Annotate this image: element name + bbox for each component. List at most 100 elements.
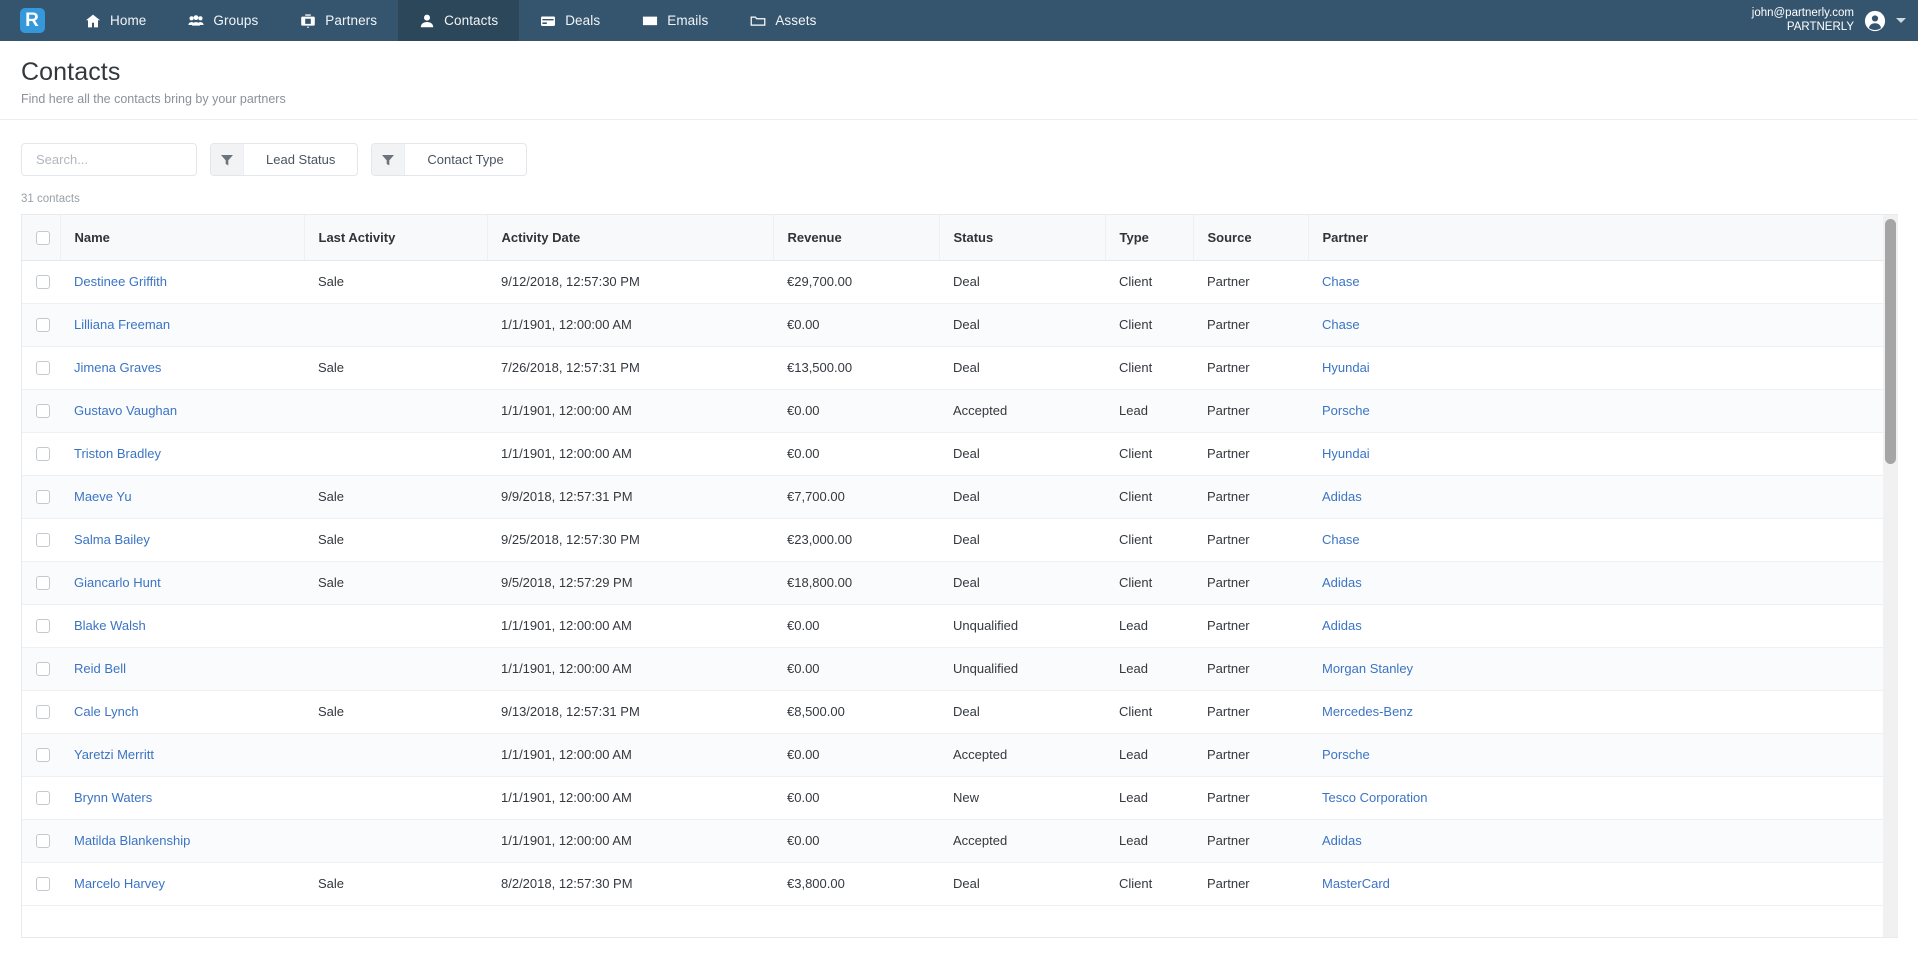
column-header-partner[interactable]: Partner (1308, 215, 1884, 261)
cell-name[interactable]: Jimena Graves (60, 346, 304, 390)
column-header-name[interactable]: Name (60, 215, 305, 261)
cell-name[interactable]: Salma Bailey (60, 518, 304, 562)
cell-name[interactable]: Marcelo Harvey (60, 862, 304, 906)
cell-partner[interactable]: Adidas (1308, 819, 1884, 863)
row-checkbox[interactable] (36, 748, 50, 763)
table-row[interactable]: Cale Lynch Sale 9/13/2018, 12:57:31 PM €8,5… (22, 690, 1884, 734)
cell-partner[interactable]: Hyundai (1308, 346, 1884, 390)
search-input[interactable] (34, 151, 214, 168)
table-row[interactable]: Blake Walsh 1/1/1901, 12:00:00 AM €0.00 Unq… (22, 604, 1884, 648)
row-checkbox[interactable] (36, 447, 50, 462)
vertical-scrollbar-thumb[interactable] (1885, 219, 1896, 464)
nav-item-emails[interactable]: Emails (621, 0, 729, 41)
column-header-revenue[interactable]: Revenue (773, 215, 940, 261)
cell-partner[interactable]: Morgan Stanley (1308, 647, 1884, 691)
table-row[interactable]: Destinee Griffith Sale 9/12/2018, 12:57:30… (22, 260, 1884, 304)
nav-item-assets[interactable]: Assets (729, 0, 837, 41)
row-select-cell[interactable] (22, 346, 60, 390)
cell-name-link[interactable]: Matilda Blankenship (74, 833, 190, 848)
table-row[interactable]: Jimena Graves Sale 7/26/2018, 12:57:31 PM €… (22, 346, 1884, 390)
row-checkbox[interactable] (36, 490, 50, 505)
cell-partner-link[interactable]: Hyundai (1322, 360, 1370, 375)
table-row[interactable]: Matilda Blankenship 1/1/1901, 12:00:00 AM… (22, 819, 1884, 863)
cell-name-link[interactable]: Jimena Graves (74, 360, 161, 375)
cell-partner[interactable]: Chase (1308, 518, 1884, 562)
table-row[interactable]: Salma Bailey Sale 9/25/2018, 12:57:30 PM €2… (22, 518, 1884, 562)
column-header-activity[interactable]: Last Activity (304, 215, 488, 261)
row-select-cell[interactable] (22, 776, 60, 820)
cell-partner-link[interactable]: Tesco Corporation (1322, 790, 1428, 805)
row-checkbox[interactable] (36, 318, 50, 333)
row-select-cell[interactable] (22, 432, 60, 476)
row-checkbox[interactable] (36, 404, 50, 419)
row-checkbox[interactable] (36, 361, 50, 376)
cell-name-link[interactable]: Gustavo Vaughan (74, 403, 177, 418)
cell-partner-link[interactable]: Chase (1322, 532, 1360, 547)
app-logo[interactable]: R (0, 0, 64, 41)
cell-name[interactable]: Blake Walsh (60, 604, 304, 648)
row-checkbox[interactable] (36, 619, 50, 634)
row-select-cell[interactable] (22, 819, 60, 863)
table-row[interactable]: Giancarlo Hunt Sale 9/5/2018, 12:57:29 PM €… (22, 561, 1884, 605)
cell-name[interactable]: Maeve Yu (60, 475, 304, 519)
nav-item-partners[interactable]: Partners (279, 0, 398, 41)
chevron-down-icon[interactable] (1896, 18, 1906, 23)
row-select-cell[interactable] (22, 475, 60, 519)
cell-name[interactable]: Brynn Waters (60, 776, 304, 820)
filter-contact-type[interactable]: Contact Type (371, 143, 527, 176)
cell-name[interactable]: Triston Bradley (60, 432, 304, 476)
cell-partner-link[interactable]: Chase (1322, 274, 1360, 289)
cell-partner[interactable]: Chase (1308, 303, 1884, 347)
row-select-cell[interactable] (22, 733, 60, 777)
table-row[interactable]: Maeve Yu Sale 9/9/2018, 12:57:31 PM €7,700.… (22, 475, 1884, 519)
cell-partner-link[interactable]: Adidas (1322, 833, 1362, 848)
row-checkbox[interactable] (36, 576, 50, 591)
nav-item-contacts[interactable]: Contacts (398, 0, 520, 41)
cell-name[interactable]: Yaretzi Merritt (60, 733, 304, 777)
cell-partner[interactable]: Adidas (1308, 561, 1884, 605)
row-checkbox[interactable] (36, 834, 50, 849)
row-select-cell[interactable] (22, 389, 60, 433)
cell-name-link[interactable]: Yaretzi Merritt (74, 747, 154, 762)
cell-partner-link[interactable]: Adidas (1322, 618, 1362, 633)
cell-partner[interactable]: Mercedes-Benz (1308, 690, 1884, 734)
row-select-cell[interactable] (22, 260, 60, 304)
cell-partner-link[interactable]: Adidas (1322, 575, 1362, 590)
table-row[interactable]: Reid Bell 1/1/1901, 12:00:00 AM €0.00 Unqua… (22, 647, 1884, 691)
cell-partner-link[interactable]: Porsche (1322, 747, 1370, 762)
cell-name[interactable]: Giancarlo Hunt (60, 561, 304, 605)
cell-name[interactable]: Reid Bell (60, 647, 304, 691)
cell-name[interactable]: Destinee Griffith (60, 260, 304, 304)
cell-name-link[interactable]: Destinee Griffith (74, 274, 167, 289)
cell-name-link[interactable]: Lilliana Freeman (74, 317, 170, 332)
cell-name-link[interactable]: Salma Bailey (74, 532, 150, 547)
cell-name-link[interactable]: Marcelo Harvey (74, 876, 165, 891)
nav-item-deals[interactable]: Deals (519, 0, 621, 41)
row-checkbox[interactable] (36, 275, 50, 290)
table-row[interactable]: Brynn Waters 1/1/1901, 12:00:00 AM €0.00 Ne… (22, 776, 1884, 820)
nav-item-groups[interactable]: Groups (167, 0, 279, 41)
row-select-cell[interactable] (22, 561, 60, 605)
table-row[interactable]: Triston Bradley 1/1/1901, 12:00:00 AM €0.0… (22, 432, 1884, 476)
cell-name-link[interactable]: Brynn Waters (74, 790, 152, 805)
cell-name-link[interactable]: Cale Lynch (74, 704, 139, 719)
column-header-source[interactable]: Source (1193, 215, 1309, 261)
cell-partner-link[interactable]: MasterCard (1322, 876, 1390, 891)
select-all-checkbox[interactable] (36, 231, 50, 246)
cell-partner-link[interactable]: Hyundai (1322, 446, 1370, 461)
nav-item-home[interactable]: Home (64, 0, 167, 41)
cell-name-link[interactable]: Maeve Yu (74, 489, 132, 504)
cell-partner-link[interactable]: Porsche (1322, 403, 1370, 418)
cell-name-link[interactable]: Triston Bradley (74, 446, 161, 461)
table-row[interactable]: Yaretzi Merritt 1/1/1901, 12:00:00 AM €0.0… (22, 733, 1884, 777)
cell-partner-link[interactable]: Mercedes-Benz (1322, 704, 1413, 719)
cell-name[interactable]: Gustavo Vaughan (60, 389, 304, 433)
table-row[interactable]: Marcelo Harvey Sale 8/2/2018, 12:57:30 PM €… (22, 862, 1884, 906)
cell-partner-link[interactable]: Morgan Stanley (1322, 661, 1413, 676)
cell-partner[interactable]: Chase (1308, 260, 1884, 304)
cell-partner[interactable]: Hyundai (1308, 432, 1884, 476)
user-menu[interactable]: john@partnerly.com PARTNERLY (1752, 0, 1918, 41)
row-checkbox[interactable] (36, 533, 50, 548)
row-checkbox[interactable] (36, 705, 50, 720)
row-checkbox[interactable] (36, 877, 50, 892)
